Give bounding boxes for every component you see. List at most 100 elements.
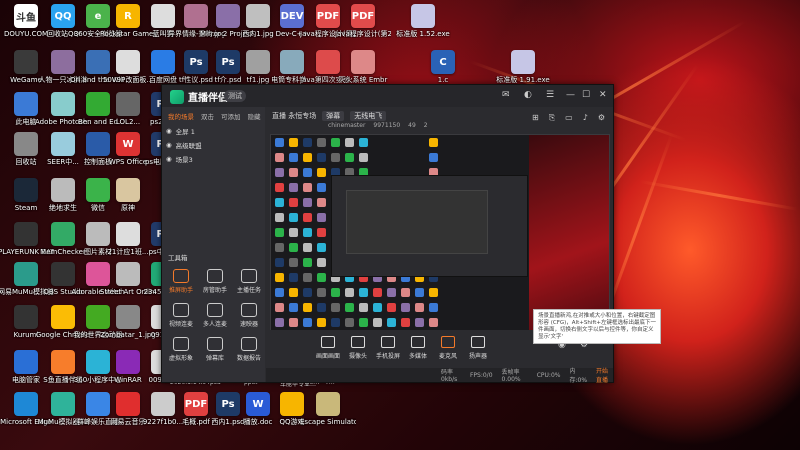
- room-header: 直播 永恒专场 弹幕 无线电飞 chinemaster 9971150 49 2…: [266, 107, 613, 133]
- tool-button[interactable]: 主播任务: [234, 269, 264, 294]
- tab-hide[interactable]: 隐藏: [248, 111, 261, 121]
- tool-label: 视频连麦: [168, 321, 193, 328]
- close-button[interactable]: ✕: [599, 90, 607, 100]
- preview-desktop-icon: [317, 243, 326, 252]
- room-id: 9971150: [373, 122, 401, 129]
- tool-button[interactable]: 数据报告: [234, 337, 264, 362]
- tab-add[interactable]: 可添加: [221, 111, 241, 121]
- tool-label: 数据报告: [236, 355, 261, 362]
- settings-icon[interactable]: ⚙: [598, 113, 605, 123]
- tab-scenes[interactable]: 我的场景: [168, 111, 194, 121]
- preview-desktop-icon: [331, 288, 340, 297]
- start-live-button[interactable]: 开始直播: [596, 366, 613, 384]
- preview-desktop-icon: [317, 303, 326, 312]
- fans-count: 49: [408, 122, 416, 129]
- preview-desktop-icon: [317, 318, 326, 327]
- tool-button[interactable]: 速映器: [234, 303, 264, 328]
- desktop-icon[interactable]: C 1.c: [415, 50, 471, 84]
- desktop-icon[interactable]: Escape Simulator: [300, 392, 356, 426]
- preview-desktop-icon: [289, 258, 298, 267]
- tool-label: 房管助手: [202, 287, 227, 294]
- preview-desktop-icon: [289, 198, 298, 207]
- preview-desktop-icon: [429, 318, 438, 327]
- tool-button[interactable]: 弹幕库: [200, 337, 230, 362]
- preview-desktop-icon: [275, 213, 284, 222]
- version-button[interactable]: 测试: [224, 90, 246, 102]
- desktop-icon-label: 1.c: [437, 76, 449, 84]
- room-tag[interactable]: 弹幕: [322, 111, 345, 121]
- chat-icon[interactable]: ▭: [565, 113, 573, 123]
- minimize-button[interactable]: —: [566, 90, 575, 100]
- tool-button[interactable]: 视频连麦: [166, 303, 196, 328]
- cpu-readout: CPU:0%: [536, 371, 561, 379]
- scene-item[interactable]: ◉ 高级联盟: [166, 139, 261, 150]
- source-icon: [321, 336, 335, 348]
- tool-button[interactable]: 虚拟形象: [166, 337, 196, 362]
- stream-preview[interactable]: [270, 134, 610, 332]
- source-button[interactable]: 手机投屏: [374, 336, 402, 360]
- app-title-bar[interactable]: 直播伴侣 测试 ✉ ◐ ☰ — ☐ ✕: [162, 85, 613, 107]
- source-button[interactable]: 麦克风: [434, 336, 462, 360]
- preview-desktop-icon: [303, 243, 312, 252]
- preview-desktop-icon: [317, 168, 326, 177]
- source-button[interactable]: 扬声器: [464, 336, 492, 360]
- source-button[interactable]: 多媒体: [404, 336, 432, 360]
- preview-desktop-icon: [303, 153, 312, 162]
- preview-desktop-icon: [359, 318, 368, 327]
- menu-icon[interactable]: ☰: [546, 90, 554, 100]
- bitrate-readout: 码率0kb/s: [441, 369, 458, 383]
- app-icon: C: [431, 50, 455, 74]
- preview-desktop-icon: [359, 288, 368, 297]
- preview-desktop-icon: [275, 228, 284, 237]
- eye-icon[interactable]: ◉: [166, 155, 172, 163]
- toolbox-title: 工具箱: [168, 254, 188, 262]
- tool-label: 速映器: [239, 321, 258, 328]
- source-label: 手机投屏: [375, 353, 400, 360]
- preview-desktop-icon: [429, 303, 438, 312]
- desktop-icon[interactable]: 标准版 1.91.exe: [495, 50, 551, 84]
- tool-button[interactable]: 多人连麦: [200, 303, 230, 328]
- maximize-button[interactable]: ☐: [582, 90, 590, 100]
- scene-item[interactable]: ◉ 全屏 1: [166, 125, 261, 136]
- source-label: 摄像头: [348, 353, 367, 360]
- desktop-icon-label: 原神: [121, 204, 135, 212]
- desktop-icon[interactable]: 标准版 1.52.exe: [395, 4, 451, 38]
- preview-desktop-icon: [429, 288, 438, 297]
- preview-desktop-icon: [317, 273, 326, 282]
- preview-desktop-icon: [275, 273, 284, 282]
- preview-desktop-icon: [345, 303, 354, 312]
- eye-icon[interactable]: ◉: [166, 127, 172, 135]
- desktop-icon[interactable]: 灭火系统 Embr: [335, 50, 391, 84]
- preview-desktop-icon: [317, 138, 326, 147]
- skin-icon[interactable]: ◐: [524, 90, 532, 100]
- preview-desktop-icon: [401, 303, 410, 312]
- bell-icon[interactable]: ♪: [583, 113, 588, 123]
- tool-button[interactable]: 房管助手: [200, 269, 230, 294]
- desktop-icon[interactable]: PDF Java程序设计(第2版)课...: [335, 4, 391, 38]
- preview-desktop-icon: [275, 183, 284, 192]
- tool-button[interactable]: 推屏助手: [166, 269, 196, 294]
- tab-double[interactable]: 双击: [201, 111, 214, 121]
- preview-desktop-icon: [275, 303, 284, 312]
- tool-label: 多人连麦: [202, 321, 227, 328]
- room-tag[interactable]: 无线电飞: [350, 111, 387, 121]
- app-icon: [511, 50, 535, 74]
- gift-icon[interactable]: ⊞: [532, 113, 539, 123]
- source-button[interactable]: 摄像头: [344, 336, 372, 360]
- message-icon[interactable]: ✉: [502, 90, 510, 100]
- preview-desktop-icon: [303, 228, 312, 237]
- app-icon: PDF: [351, 4, 375, 28]
- preview-desktop-icon: [289, 183, 298, 192]
- eye-icon[interactable]: ◉: [166, 141, 172, 149]
- desktop-icon[interactable]: 原神: [100, 178, 156, 212]
- app-icon: [316, 392, 340, 416]
- desktop-icon-label: Java程序设计(第2版)课...: [335, 30, 391, 38]
- preview-desktop-icon: [289, 138, 298, 147]
- tool-label: 弹幕库: [205, 355, 224, 362]
- share-icon[interactable]: ⎘: [549, 113, 555, 123]
- source-button[interactable]: 画面画面: [314, 336, 342, 360]
- preview-desktop-icon: [275, 168, 284, 177]
- scene-item[interactable]: ◉ 场景3: [166, 153, 261, 164]
- source-label: 麦克风: [438, 353, 457, 360]
- preview-desktop-icon: [303, 273, 312, 282]
